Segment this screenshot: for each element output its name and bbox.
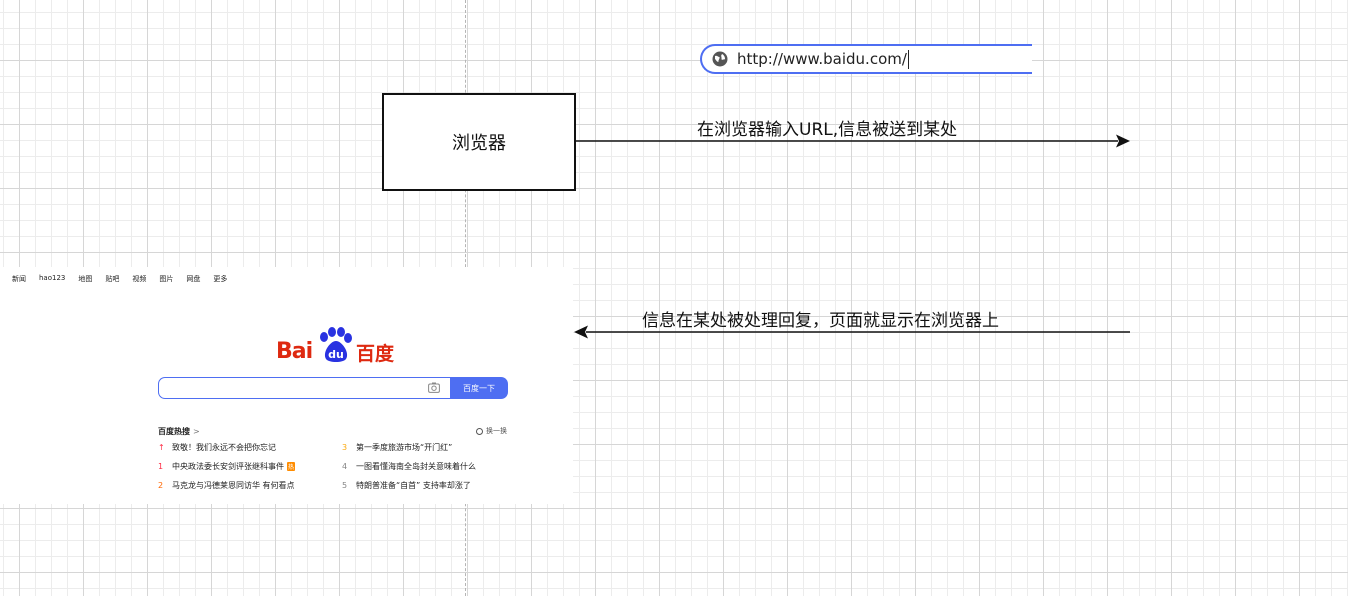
hot-item-rank: 3 [342, 443, 348, 452]
hot-item[interactable]: 4 一图看懂海南全岛封关意味着什么 [342, 461, 476, 472]
hot-item[interactable]: 1 中央政法委长安剑评张继科事件热 [158, 461, 296, 472]
hot-search-title-text: 百度热搜 [158, 427, 190, 436]
baidu-search-button[interactable]: 百度一下 [450, 377, 508, 399]
nav-link-tieba[interactable]: 贴吧 [105, 274, 119, 284]
hot-item-rank: 2 [158, 481, 164, 490]
chevron-right-icon: > [193, 427, 200, 436]
hot-item[interactable]: 2 马克龙与冯德莱恩同访华 有何看点 [158, 480, 295, 491]
refresh-button[interactable]: 换一换 [476, 426, 507, 436]
paw-icon: du [320, 327, 352, 362]
logo-paw-text: du [328, 348, 344, 361]
baidu-nav: 新闻 hao123 地图 贴吧 视频 图片 网盘 更多 [12, 274, 240, 284]
request-arrow-label: 在浏览器输入URL,信息被送到某处 [697, 120, 958, 140]
hot-item[interactable]: 5 特朗普准备“自首” 支持率却涨了 [342, 480, 471, 491]
nav-link-hao123[interactable]: hao123 [39, 274, 65, 284]
hot-badge: 热 [287, 462, 296, 471]
refresh-label: 换一换 [486, 427, 507, 435]
hot-item-rank: 4 [342, 462, 348, 471]
nav-link-map[interactable]: 地图 [78, 274, 92, 284]
hot-item-text: 一图看懂海南全岛封关意味着什么 [356, 462, 476, 471]
hot-item-text: 中央政法委长安剑评张继科事件 [172, 462, 284, 471]
hot-item-text: 马克龙与冯德莱恩同访华 有何看点 [172, 481, 295, 490]
logo-cn-text: 百度 [356, 343, 395, 365]
hot-item-rank: ↑ [158, 443, 165, 452]
nav-link-video[interactable]: 视频 [132, 274, 146, 284]
hot-item-text: 第一季度旅游市场“开门红” [356, 443, 453, 452]
hot-item-text: 致敬！我们永远不会把你忘记 [172, 443, 276, 452]
hot-search-title[interactable]: 百度热搜 > [158, 426, 200, 437]
baidu-page-screenshot: 新闻 hao123 地图 贴吧 视频 图片 网盘 更多 Bai du 百度 百度… [0, 267, 573, 504]
logo-latin-text: Bai [276, 339, 313, 364]
baidu-search-input[interactable] [158, 377, 450, 399]
hot-item-rank: 1 [158, 462, 164, 471]
nav-link-more[interactable]: 更多 [213, 274, 227, 284]
hot-item[interactable]: 3 第一季度旅游市场“开门红” [342, 442, 452, 453]
camera-icon[interactable] [428, 382, 440, 393]
nav-link-netdisk[interactable]: 网盘 [186, 274, 200, 284]
nav-link-images[interactable]: 图片 [159, 274, 173, 284]
hot-item[interactable]: ↑ 致敬！我们永远不会把你忘记 [158, 442, 276, 453]
response-arrow-label: 信息在某处被处理回复，页面就显示在浏览器上 [642, 311, 999, 331]
hot-item-rank: 5 [342, 481, 348, 490]
refresh-icon [476, 427, 483, 435]
nav-link-news[interactable]: 新闻 [12, 274, 26, 284]
hot-item-text: 特朗普准备“自首” 支持率却涨了 [356, 481, 471, 490]
